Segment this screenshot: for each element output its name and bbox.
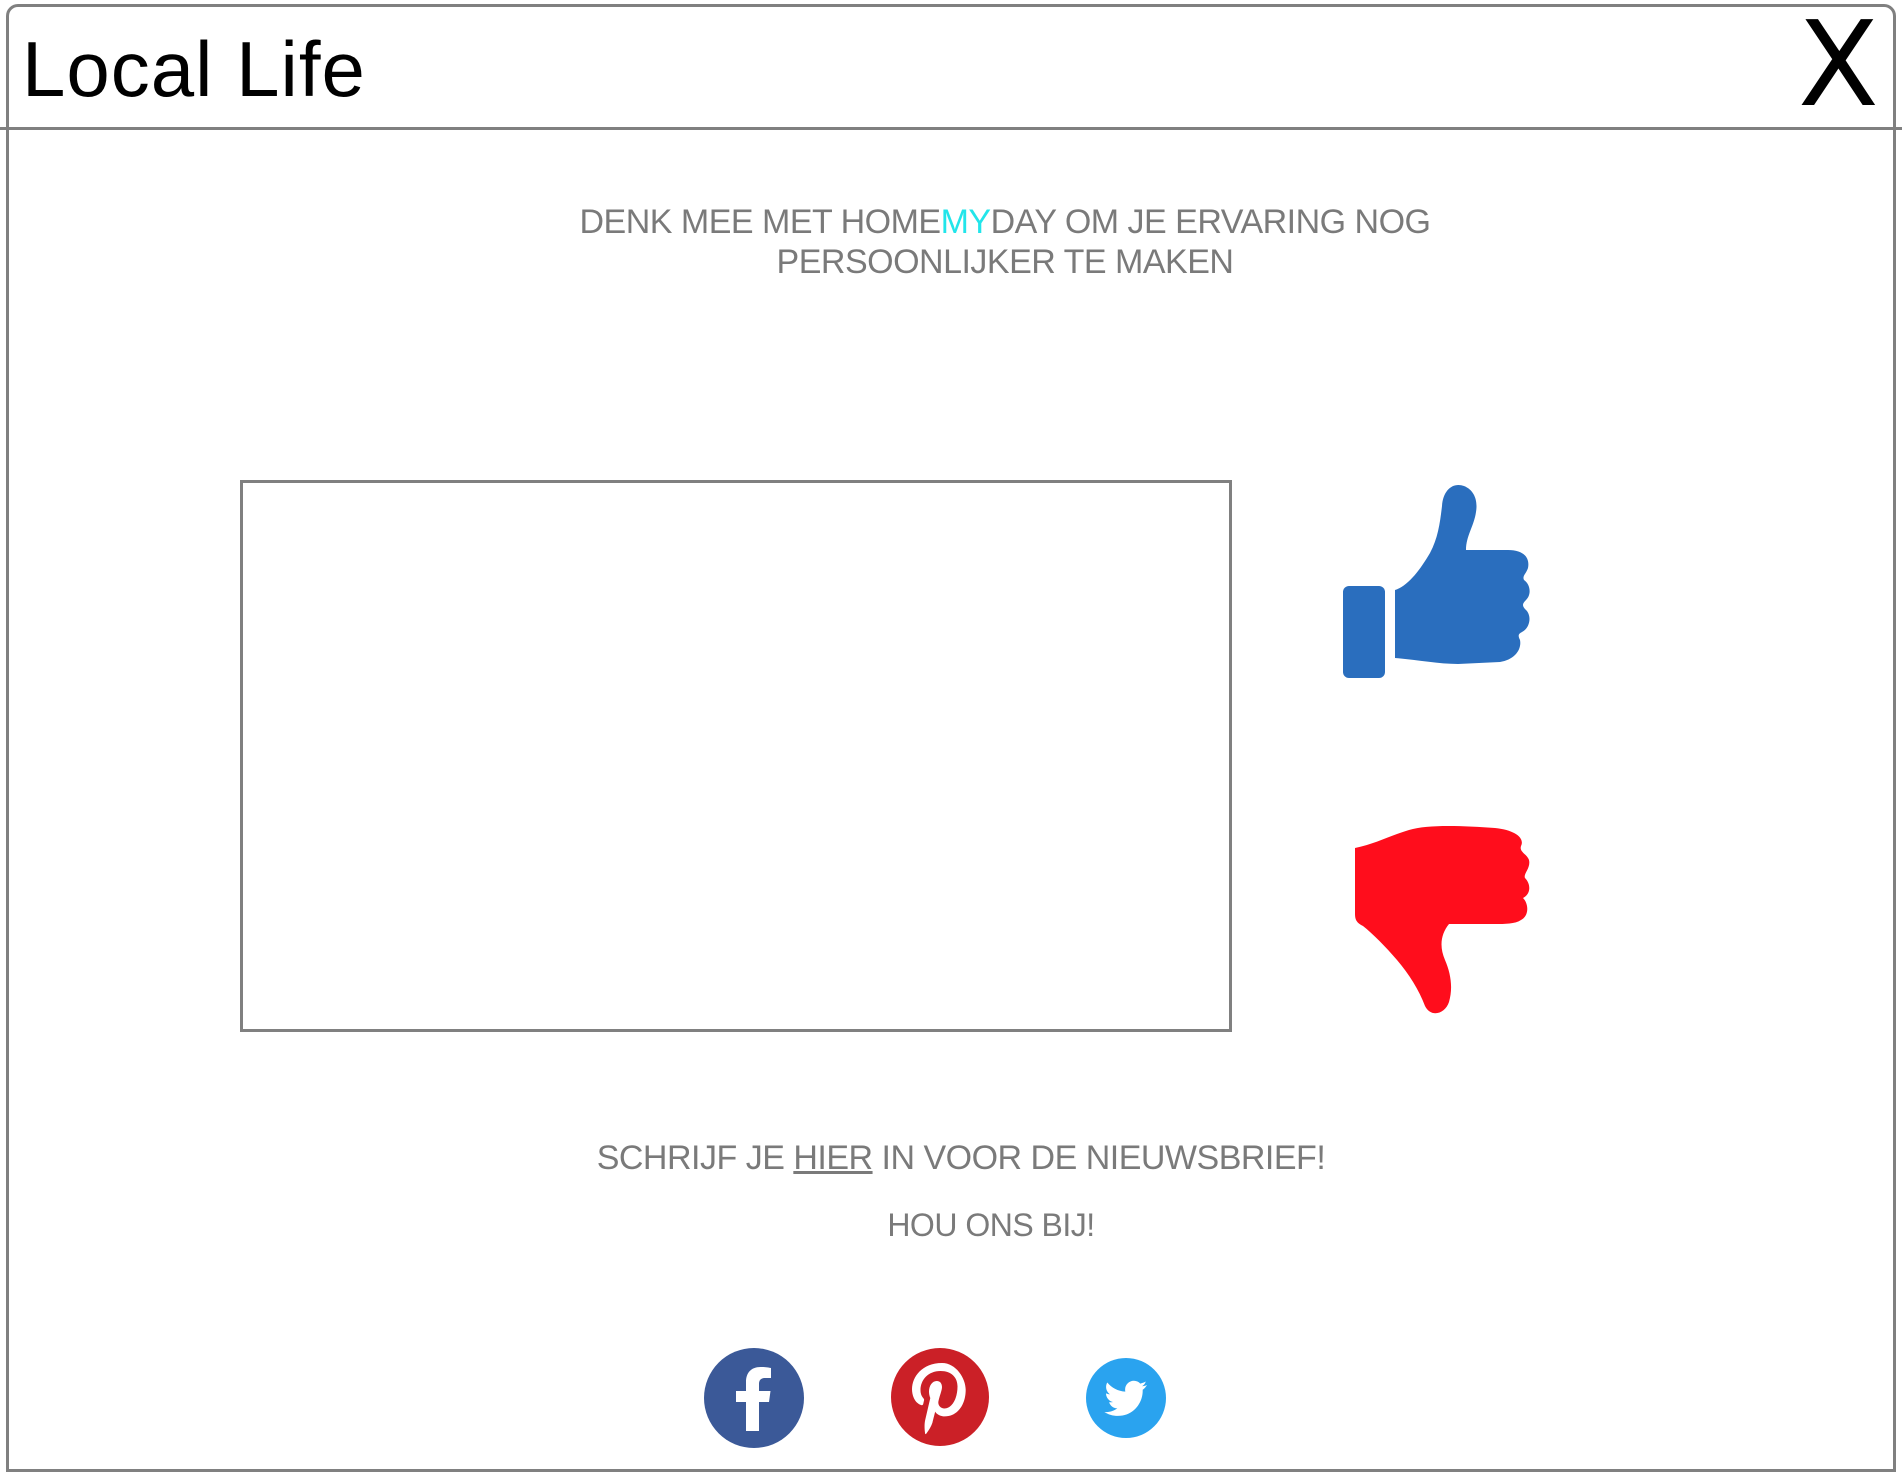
header-bar: Local Life X [0,0,1902,130]
follow-us-text: HOU ONS BIJ! [0,1205,1902,1245]
thumbs-down-icon [1355,826,1530,1014]
close-button[interactable]: X [1798,5,1879,123]
facebook-icon [704,1348,804,1448]
thumbs-up-icon [1343,484,1530,678]
facebook-button[interactable] [703,1347,805,1449]
pinterest-icon [891,1348,989,1446]
newsletter-prefix: SCHRIJF JE [596,1139,794,1177]
pinterest-button[interactable] [890,1347,990,1447]
newsletter-text: SCHRIJF JE HIER IN VOOR DE NIEUWSBRIEF! [0,1138,1902,1178]
like-button[interactable] [1338,478,1548,688]
headline-accent: MY [940,203,992,241]
headline-part1: DENK MEE MET HOME [579,203,941,241]
newsletter-line: SCHRIJF JE HIER IN VOOR DE NIEUWSBRIEF! [597,1138,1326,1178]
content-box [240,480,1232,1032]
twitter-icon [1086,1358,1166,1438]
twitter-button[interactable] [1085,1357,1167,1439]
headline: DENK MEE MET HOMEMYDAY OM JE ERVARING NO… [440,202,1570,282]
newsletter-suffix: IN VOOR DE NIEUWSBRIEF! [872,1139,1326,1177]
dislike-button[interactable] [1345,822,1555,1032]
app-title: Local Life [22,25,366,113]
newsletter-link[interactable]: HIER [793,1139,873,1177]
follow-label: HOU ONS BIJ! [887,1207,1095,1243]
